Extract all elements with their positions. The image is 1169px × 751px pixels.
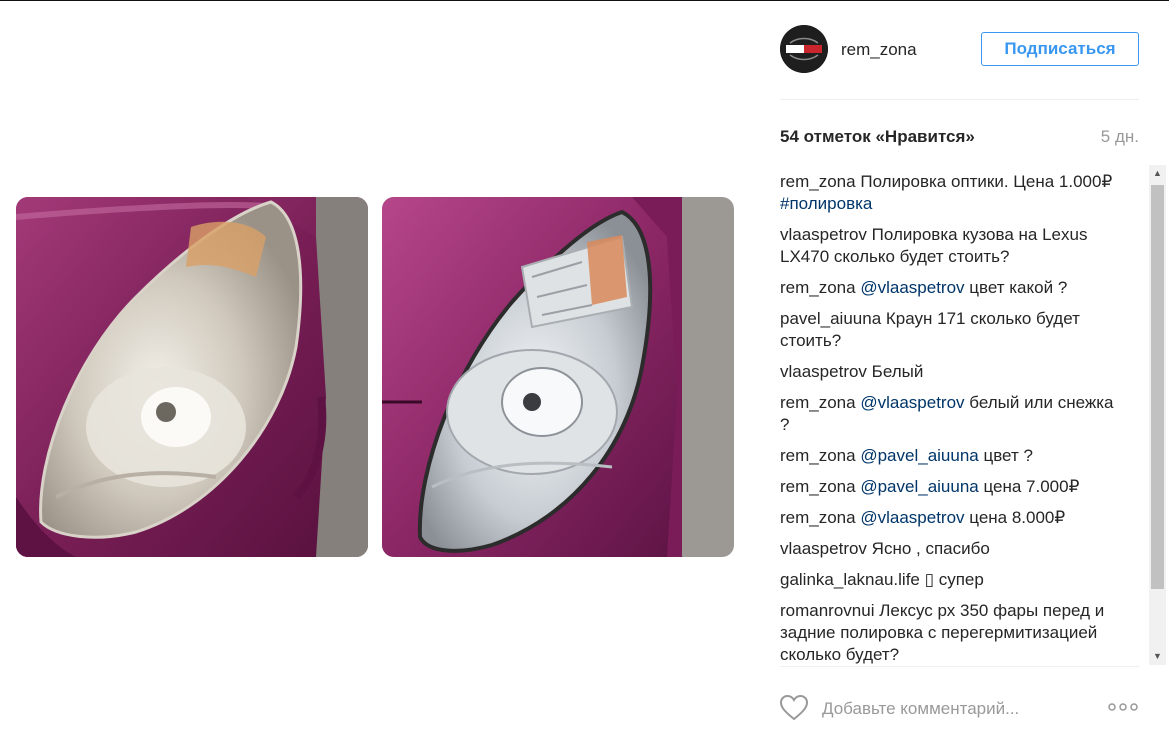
comment-author[interactable]: rem_zona [780,477,856,496]
comment-author[interactable]: rem_zona [780,446,856,465]
comment-text: цвет ? [978,446,1033,465]
post-header: rem_zona Подписаться [780,25,1139,75]
comments-scrollbar[interactable]: ▲ ▼ [1149,165,1166,665]
comment-author[interactable]: romanrovnui [780,601,875,620]
comment-author[interactable]: rem_zona [780,508,856,527]
post-view: rem_zona Подписаться 54 отметок «Нравитс… [0,0,1169,751]
comment-item: rem_zona @vlaaspetrov белый или снежка ? [780,392,1120,436]
post-timestamp[interactable]: 5 дн. [1101,127,1139,147]
likes-prefix: отметок « [803,127,885,146]
comment-item: rem_zona @vlaaspetrov цвет какой ? [780,277,1120,299]
header-divider [780,99,1139,100]
post-media[interactable] [16,197,734,557]
add-comment-input[interactable] [822,695,1092,723]
photo-before [16,197,368,557]
comments-list: rem_zona Полировка оптики. Цена 1.000₽ #… [780,171,1120,665]
comment-text: цена 8.000₽ [964,508,1066,527]
comment-text: Ясно , спасибо [871,539,990,558]
comment-item: pavel_aiuuna Краун 171 сколько будет сто… [780,308,1120,352]
more-options-icon[interactable] [1107,697,1139,717]
comment-author[interactable]: rem_zona [780,172,856,191]
comment-hashtag-link[interactable]: #полировка [780,194,872,213]
comment-mention-link[interactable]: @vlaaspetrov [860,508,964,527]
likes-number: 54 [780,127,799,146]
comment-mention-link[interactable]: @pavel_aiuuna [860,477,978,496]
follow-button[interactable]: Подписаться [981,32,1139,66]
comment-author[interactable]: galinka_laknau.life [780,570,920,589]
comment-author[interactable]: rem_zona [780,393,856,412]
comment-item: galinka_laknau.life ▯ супер [780,569,1120,591]
comment-text: цена 7.000₽ [978,477,1080,496]
comment-item: vlaaspetrov Полировка кузова на Lexus LX… [780,224,1120,268]
comment-item: romanrovnui Лексус рх 350 фары перед и з… [780,600,1120,665]
headlight-before-image [16,197,368,557]
comment-author[interactable]: vlaaspetrov [780,362,867,381]
likes-label: отметок «Нравится» [804,127,975,146]
comment-text: цвет какой ? [964,278,1068,297]
comment-item: vlaaspetrov Белый [780,361,1120,383]
comment-footer [780,691,1139,727]
comment-item: rem_zona @pavel_aiuuna цена 7.000₽ [780,476,1120,498]
avatar[interactable] [780,25,828,73]
footer-divider [780,666,1139,667]
headlight-after-image [382,197,734,557]
likes-word: Нравится [884,127,966,146]
comment-item: vlaaspetrov Ясно , спасибо [780,538,1120,560]
comment-mention-link[interactable]: @vlaaspetrov [860,278,964,297]
heart-icon[interactable] [780,695,808,721]
rem-zona-logo-icon [780,25,828,73]
comment-author[interactable]: pavel_aiuuna [780,309,881,328]
likes-suffix: » [965,127,975,146]
comment-item: rem_zona @vlaaspetrov цена 8.000₽ [780,507,1120,529]
comment-mention-link[interactable]: @vlaaspetrov [860,393,964,412]
comment-author[interactable]: vlaaspetrov [780,539,867,558]
comment-author[interactable]: rem_zona [780,278,856,297]
post-sidebar: rem_zona Подписаться 54 отметок «Нравитс… [780,1,1166,751]
comment-mention-link[interactable]: @pavel_aiuuna [860,446,978,465]
scroll-thumb[interactable] [1151,185,1164,589]
comment-text: ▯ супер [924,570,984,589]
comment-text: Белый [871,362,924,381]
comment-text: Полировка оптики. Цена 1.000₽ [860,172,1113,191]
scroll-down-arrow-icon[interactable]: ▼ [1149,648,1166,665]
comment-author[interactable]: vlaaspetrov [780,225,867,244]
comment-item: rem_zona Полировка оптики. Цена 1.000₽ #… [780,171,1120,215]
photo-after [382,197,734,557]
likes-count[interactable]: 54 отметок «Нравится» [780,127,975,147]
scroll-up-arrow-icon[interactable]: ▲ [1149,165,1166,182]
comments-section: rem_zona Полировка оптики. Цена 1.000₽ #… [780,165,1148,665]
post-author-username[interactable]: rem_zona [841,40,917,60]
comment-item: rem_zona @pavel_aiuuna цвет ? [780,445,1120,467]
